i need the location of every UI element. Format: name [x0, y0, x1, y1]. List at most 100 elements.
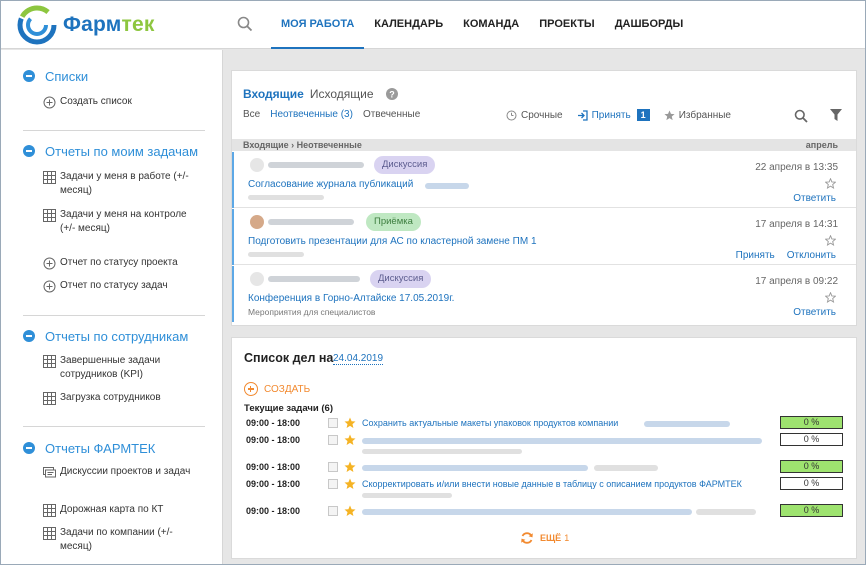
task-checkbox[interactable] [328, 435, 338, 445]
sidebar-item-roadmap[interactable]: Дорожная карта по КТ [43, 503, 163, 517]
create-label: создать [264, 383, 311, 395]
tag-badge: Приёмка [366, 213, 421, 231]
sidebar-section-farmtek: Отчеты ФАРМТЕК [1, 438, 223, 458]
logo-text: Фармтек [63, 13, 155, 36]
nav-dashboards[interactable]: Дашборды [605, 1, 694, 49]
task-row[interactable]: 09:00 - 18:00 0 % [246, 460, 846, 476]
star-icon[interactable] [344, 417, 356, 429]
logo-mark-icon [17, 5, 57, 45]
favorites-filter-button[interactable]: Избранные [664, 110, 731, 121]
task-row[interactable]: 09:00 - 18:00 Скорректировать и/или внес… [246, 477, 846, 498]
progress-bar: 0 % [780, 433, 843, 446]
plus-circle-icon [43, 280, 56, 293]
blurred-subtitle [248, 195, 324, 200]
sidebar-item-workload[interactable]: Загрузка сотрудников [43, 391, 161, 405]
progress-bar: 0 % [780, 504, 843, 517]
task-time: 09:00 - 18:00 [246, 506, 301, 516]
row-title-link[interactable]: Конференция в Горно-Алтайске 17.05.2019г… [248, 293, 454, 304]
sidebar-item-label: Создать список [60, 96, 132, 107]
svg-text:?: ? [389, 89, 395, 99]
task-row[interactable]: 09:00 - 18:00 0 % [246, 504, 846, 520]
star-outline-icon[interactable] [825, 292, 836, 303]
accept-filter-button[interactable]: Принять 1 [577, 109, 650, 121]
task-checkbox[interactable] [328, 506, 338, 516]
sidebar-section-header[interactable]: Списки [1, 66, 223, 86]
help-icon[interactable]: ? [385, 88, 398, 100]
row-title-link[interactable]: Подготовить презентации для АС по класте… [248, 236, 537, 247]
tab-incoming[interactable]: Входящие [243, 87, 304, 101]
blurred-title [362, 509, 692, 515]
row-accent [232, 152, 234, 208]
task-title-link[interactable]: Сохранить актуальные макеты упаковок про… [362, 418, 618, 428]
breadcrumb-root[interactable]: Входящие [243, 140, 289, 150]
divider [23, 130, 205, 131]
sidebar-section-header[interactable]: Отчеты по моим задачам [1, 141, 223, 161]
nav-my-work[interactable]: Моя работа [271, 1, 365, 49]
star-icon[interactable] [344, 434, 356, 446]
inbox-row[interactable]: Приёмка 17 апреля в 14:31 Подготовить пр… [232, 209, 856, 265]
task-checkbox[interactable] [328, 418, 338, 428]
star-outline-icon[interactable] [825, 235, 836, 246]
todo-panel: Список дел на 24.04.2019 создать Текущие… [231, 337, 857, 559]
reply-link[interactable]: Ответить [793, 193, 836, 204]
task-time: 09:00 - 18:00 [246, 435, 301, 445]
inbox-row[interactable]: Дискуссия 22 апреля в 13:35 Согласование… [232, 152, 856, 208]
sidebar-item-task-status[interactable]: Отчет по статусу задач [43, 279, 168, 293]
sidebar-item-company-tasks[interactable]: Задачи по компании (+/- месяц) [43, 526, 193, 554]
task-checkbox[interactable] [328, 462, 338, 472]
filter-icon[interactable] [830, 109, 842, 121]
decline-link[interactable]: Отклонить [787, 250, 836, 261]
accept-label: Принять [591, 109, 631, 121]
reply-link[interactable]: Ответить [793, 307, 836, 318]
sidebar-item-discussions[interactable]: Дискуссии проектов и задач [43, 465, 193, 479]
task-title-link[interactable]: Скорректировать и/или внести новые данны… [362, 479, 742, 489]
sidebar-section-header[interactable]: Отчеты по сотрудникам [1, 326, 223, 346]
sidebar-section-header[interactable]: Отчеты ФАРМТЕК [1, 438, 223, 458]
logo[interactable]: Фармтек [17, 5, 155, 45]
row-actions: Принять Отклонить [724, 250, 836, 261]
task-time: 09:00 - 18:00 [246, 479, 301, 489]
filter-answered[interactable]: Отвеченные [363, 109, 420, 120]
table-icon [43, 527, 56, 540]
filter-all[interactable]: Все [243, 109, 260, 120]
task-row[interactable]: 09:00 - 18:00 Сохранить актуальные макет… [246, 416, 846, 432]
task-row[interactable]: 09:00 - 18:00 0 % [246, 433, 846, 454]
star-icon[interactable] [344, 478, 356, 490]
task-checkbox[interactable] [328, 479, 338, 489]
sidebar-section-employees: Отчеты по сотрудникам [1, 326, 223, 346]
sidebar-item-tasks-in-work[interactable]: Задачи у меня в работе (+/- месяц) [43, 170, 203, 198]
nav-projects[interactable]: Проекты [529, 1, 604, 49]
nav-team[interactable]: Команда [453, 1, 529, 49]
sidebar-item-kpi[interactable]: Завершенные задачи сотрудников (KPI) [43, 354, 193, 382]
star-outline-icon[interactable] [825, 178, 836, 189]
inbox-row[interactable]: Дискуссия 17 апреля в 09:22 Конференция … [232, 266, 856, 322]
blurred-title [362, 438, 762, 444]
show-more-button[interactable]: ещё 1 [520, 531, 569, 545]
todo-date-picker[interactable]: 24.04.2019 [333, 353, 384, 365]
breadcrumb: Входящие › Неотвеченные апрель [232, 139, 856, 151]
nav-calendar[interactable]: Календарь [364, 1, 453, 49]
sidebar-section-title: Списки [45, 68, 89, 84]
search-icon[interactable] [237, 16, 253, 32]
sidebar-item-label: Загрузка сотрудников [60, 392, 161, 403]
filter-unanswered[interactable]: Неотвеченные (3) [270, 109, 353, 120]
breadcrumb-month: апрель [805, 140, 838, 150]
sidebar-item-tasks-on-control[interactable]: Задачи у меня на контроле (+/- месяц) [43, 208, 203, 236]
accept-link[interactable]: Принять [736, 250, 775, 261]
star-icon[interactable] [344, 461, 356, 473]
sidebar-item-project-status[interactable]: Отчет по статусу проекта [43, 256, 178, 270]
create-task-button[interactable]: создать [244, 382, 310, 396]
table-icon [43, 171, 56, 184]
star-icon[interactable] [344, 505, 356, 517]
urgent-filter-button[interactable]: Срочные [506, 110, 563, 121]
tab-outgoing[interactable]: Исходящие [310, 87, 374, 101]
more-count: 1 [564, 533, 570, 543]
row-title-link[interactable]: Согласование журнала публикаций [248, 179, 413, 190]
sidebar-item-create-list[interactable]: Создать список [43, 95, 132, 109]
search-icon[interactable] [794, 109, 808, 123]
avatar [250, 215, 264, 229]
sidebar-section-title: Отчеты ФАРМТЕК [45, 440, 156, 456]
tag-badge: Дискуссия [374, 156, 436, 174]
collapse-icon [23, 70, 35, 82]
blurred-meta [696, 509, 756, 515]
